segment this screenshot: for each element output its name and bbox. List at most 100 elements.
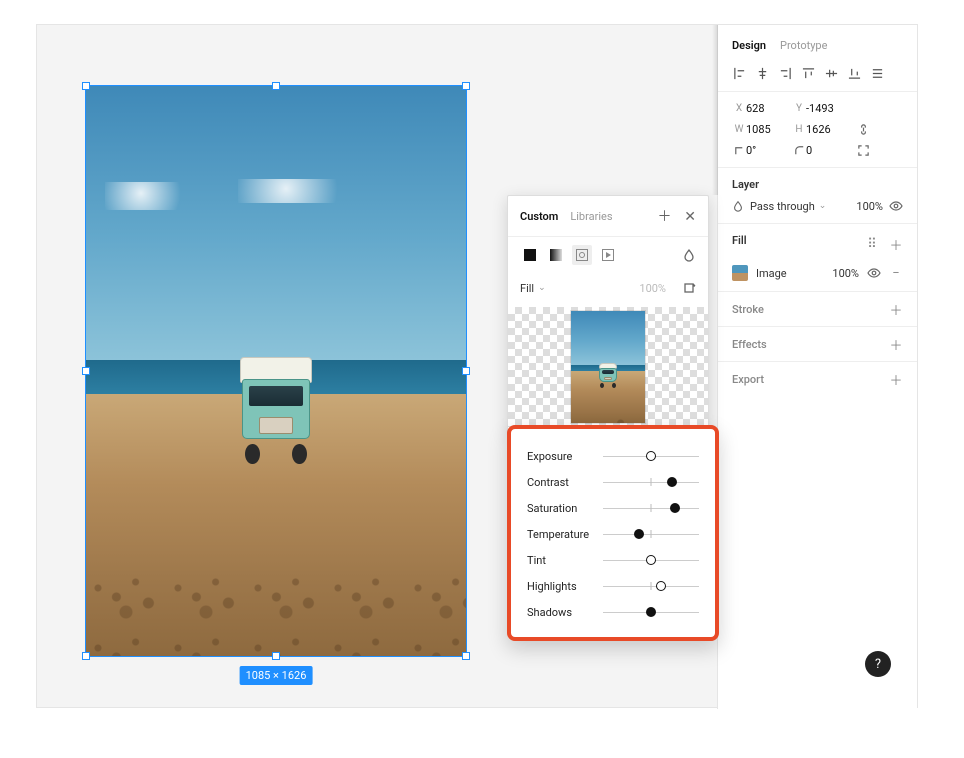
alignment-row [718, 62, 917, 91]
resize-handle[interactable] [82, 82, 90, 90]
tab-prototype[interactable]: Prototype [780, 39, 827, 52]
exposure-row: Exposure [527, 443, 699, 469]
stroke-section[interactable]: Stroke ＋ [718, 291, 917, 326]
resize-handle[interactable] [272, 652, 280, 660]
resize-handle[interactable] [462, 652, 470, 660]
export-section[interactable]: Export ＋ [718, 361, 917, 396]
tint-label: Tint [527, 554, 603, 567]
rotation-input[interactable]: 0° [746, 144, 792, 157]
resize-handle[interactable] [272, 82, 280, 90]
cloud-icon [105, 182, 195, 210]
add-stroke-button[interactable]: ＋ [889, 302, 903, 316]
shadows-slider[interactable] [603, 605, 699, 619]
scrollbar-shadow [712, 25, 718, 195]
shadows-label: Shadows [527, 606, 603, 619]
fill-type-label[interactable]: Image [756, 267, 815, 280]
fill-type-image[interactable] [572, 245, 592, 265]
image-adjustments-panel: Exposure Contrast Saturation Temperature… [507, 425, 719, 641]
tint-row: Tint [527, 547, 699, 573]
chevron-down-icon: ⌄ [819, 201, 827, 211]
close-button[interactable]: ✕ [684, 209, 696, 225]
fill-popover[interactable]: Custom Libraries ＋ ✕ Fill ⌄ 100% [507, 195, 709, 435]
transform-section: X 628 Y -1493 W 1085 H 1626 0° 0 [718, 91, 917, 167]
image-preview[interactable] [508, 307, 708, 427]
constrain-proportions-icon[interactable] [852, 123, 874, 136]
contrast-row: Contrast [527, 469, 699, 495]
stroke-title: Stroke [732, 303, 764, 316]
h-label: H [792, 124, 806, 135]
fill-type-gradient[interactable] [546, 245, 566, 265]
visibility-icon[interactable] [889, 199, 903, 213]
fill-type-video[interactable] [598, 245, 618, 265]
resize-handle[interactable] [82, 652, 90, 660]
image-fill-mode-row: Fill ⌄ 100% [508, 273, 708, 307]
layer-opacity-input[interactable]: 100% [847, 200, 883, 213]
selected-image-frame[interactable]: 1085 × 1626 [85, 85, 467, 657]
resize-handle[interactable] [462, 367, 470, 375]
highlights-label: Highlights [527, 580, 603, 593]
temperature-slider[interactable] [603, 527, 699, 541]
align-right-icon[interactable] [778, 66, 793, 81]
fill-type-solid[interactable] [520, 245, 540, 265]
y-input[interactable]: -1493 [806, 102, 852, 115]
highlights-slider[interactable] [603, 579, 699, 593]
fill-visibility-icon[interactable] [867, 266, 881, 280]
w-input[interactable]: 1085 [746, 123, 792, 136]
inspector-tabs: Design Prototype [718, 25, 917, 62]
x-label: X [732, 103, 746, 114]
exposure-slider[interactable] [603, 449, 699, 463]
chevron-down-icon: ⌄ [538, 283, 546, 293]
contrast-label: Contrast [527, 476, 603, 489]
temperature-row: Temperature [527, 521, 699, 547]
saturation-slider[interactable] [603, 501, 699, 515]
tint-slider[interactable] [603, 553, 699, 567]
inspector-panel: Design Prototype X 628 Y -1493 W 1085 H … [717, 25, 917, 709]
selection-dimensions: 1085 × 1626 [240, 666, 313, 685]
style-icon[interactable]: ⠿ [865, 238, 879, 252]
shadows-row: Shadows [527, 599, 699, 625]
contrast-slider[interactable] [603, 475, 699, 489]
add-export-button[interactable]: ＋ [889, 372, 903, 386]
tab-design[interactable]: Design [732, 39, 766, 52]
align-left-icon[interactable] [732, 66, 747, 81]
resize-handle[interactable] [82, 367, 90, 375]
fill-opacity-input[interactable]: 100% [823, 267, 859, 280]
resize-handle[interactable] [462, 82, 470, 90]
h-input[interactable]: 1626 [806, 123, 852, 136]
rotate-icon[interactable] [682, 281, 696, 295]
rotation-icon [732, 144, 746, 157]
blend-mode-icon[interactable] [682, 248, 696, 262]
align-hcenter-icon[interactable] [755, 66, 770, 81]
align-bottom-icon[interactable] [847, 66, 862, 81]
align-vcenter-icon[interactable] [824, 66, 839, 81]
x-input[interactable]: 628 [746, 102, 792, 115]
blend-mode-icon[interactable] [732, 200, 744, 212]
effects-title: Effects [732, 338, 767, 351]
distribute-icon[interactable] [870, 66, 885, 81]
image-fill-mode-select[interactable]: Fill ⌄ [520, 282, 546, 295]
add-button[interactable]: ＋ [658, 209, 672, 225]
tab-libraries[interactable]: Libraries [570, 210, 612, 223]
image-thumbnail [571, 311, 645, 423]
help-button[interactable]: ? [865, 651, 891, 677]
add-effect-button[interactable]: ＋ [889, 337, 903, 351]
add-fill-button[interactable]: ＋ [889, 238, 903, 252]
independent-corners-icon[interactable] [852, 144, 874, 157]
image-rocks [86, 564, 466, 656]
corner-radius-input[interactable]: 0 [806, 144, 852, 157]
saturation-label: Saturation [527, 502, 603, 515]
image-fill-opacity[interactable]: 100% [639, 282, 666, 295]
effects-section[interactable]: Effects ＋ [718, 326, 917, 361]
image-fill-mode-label: Fill [520, 282, 534, 295]
temperature-label: Temperature [527, 528, 603, 541]
fill-popover-header: Custom Libraries ＋ ✕ [508, 196, 708, 237]
y-label: Y [792, 103, 806, 114]
blend-mode-select[interactable]: Pass through ⌄ [750, 200, 841, 213]
remove-fill-button[interactable]: − [889, 266, 903, 280]
fill-swatch[interactable] [732, 265, 748, 281]
align-top-icon[interactable] [801, 66, 816, 81]
fill-row: Image 100% − [732, 265, 903, 281]
fill-section: Fill ⠿ ＋ Image 100% − [718, 223, 917, 291]
tab-custom[interactable]: Custom [520, 210, 558, 223]
figma-app: 1085 × 1626 Design Prototype X 628 Y -14… [36, 24, 918, 708]
